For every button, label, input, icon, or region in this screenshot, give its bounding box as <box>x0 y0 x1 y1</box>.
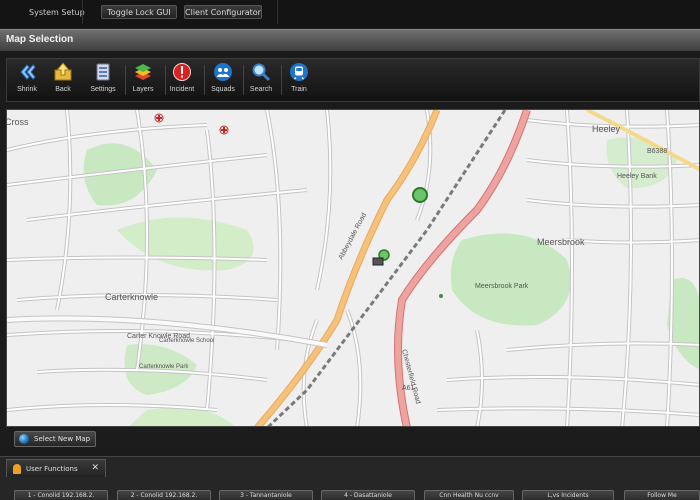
train-label: Train <box>291 86 307 93</box>
map-label-meersbrook: Meersbrook <box>537 237 585 247</box>
function-button-3[interactable]: 3 - Tannantaniole <box>219 490 313 500</box>
map-label-cross: Cross <box>7 117 29 127</box>
map-label-b6388: B6388 <box>647 148 667 155</box>
function-button-1[interactable]: 1 - Conolid 192.168.2. <box>14 490 108 500</box>
top-separator <box>82 0 83 24</box>
back-button[interactable]: Back <box>45 62 81 100</box>
settings-label: Settings <box>90 86 116 93</box>
user-functions-label: User Functions <box>26 464 78 473</box>
map-label-a61: A61 <box>402 385 415 392</box>
unit-marker-icon[interactable] <box>412 187 428 203</box>
map-label-heeley: Heeley <box>592 124 621 134</box>
map-label-meersbrook-park: Meersbrook Park <box>475 283 529 290</box>
select-new-map-label: Select New Map <box>34 435 91 443</box>
function-button-7[interactable]: Follow Me <box>624 490 700 500</box>
toggle-lock-gui-button[interactable]: Toggle Lock GUI <box>101 5 177 19</box>
map-label-heeley-bank: Heeley Bank <box>617 173 657 180</box>
squads-icon <box>214 63 232 81</box>
shrink-label: Shrink <box>17 86 37 93</box>
squads-label: Squads <box>211 86 235 93</box>
function-button-4[interactable]: 4 - Dasattaniole <box>321 490 415 500</box>
map-footer <box>0 428 700 454</box>
train-icon <box>290 63 308 81</box>
settings-icon <box>96 63 110 81</box>
shrink-button[interactable]: Shrink <box>9 62 45 100</box>
back-label: Back <box>55 86 71 93</box>
function-button-6[interactable]: L,vs Incidents <box>522 490 614 500</box>
map-label-carterknowle: Carterknowle <box>105 292 158 302</box>
search-icon <box>252 63 271 82</box>
layers-icon <box>135 64 151 80</box>
search-button[interactable]: Search <box>243 62 279 100</box>
page-title: Map Selection <box>6 34 74 45</box>
layers-label: Layers <box>132 86 154 93</box>
client-configurator-button[interactable]: Client Configurator <box>184 5 262 19</box>
globe-icon <box>19 434 29 444</box>
train-button[interactable]: Train <box>281 62 317 100</box>
search-label: Search <box>249 86 273 93</box>
map-toolbar: Shrink Back Settings Layers Incident Squ… <box>6 58 700 102</box>
train-marker-icon[interactable] <box>372 257 384 266</box>
chevron-left-icon <box>20 64 36 80</box>
squads-button[interactable]: Squads <box>205 62 241 100</box>
system-setup-button[interactable]: System Setup <box>29 5 85 19</box>
function-button-2[interactable]: 2 - Conolid 192.168.2. <box>117 490 211 500</box>
app-window: System Setup Toggle Lock GUI Client Conf… <box>0 0 700 500</box>
bell-icon <box>13 463 21 474</box>
top-menu-strip: System Setup Toggle Lock GUI Client Conf… <box>0 0 700 28</box>
layers-button[interactable]: Layers <box>125 62 161 100</box>
street-map[interactable]: Cross Carterknowle Meersbrook Meersbrook… <box>7 110 700 427</box>
map-selection-header: Map Selection <box>0 29 700 51</box>
alert-icon <box>173 63 191 81</box>
map-label-knowle-park: Carterknowle Park <box>139 364 189 370</box>
incident-button[interactable]: Incident <box>164 62 200 100</box>
select-new-map-button[interactable]: Select New Map <box>14 431 96 447</box>
folder-up-icon <box>54 62 72 81</box>
user-functions-tab[interactable]: User Functions ✕ <box>6 459 106 477</box>
top-separator <box>277 0 278 24</box>
map-view[interactable]: Cross Carterknowle Meersbrook Meersbrook… <box>6 109 700 427</box>
incident-label: Incident <box>169 86 195 93</box>
map-label-school: Carterknowle School <box>159 338 214 344</box>
close-icon[interactable]: ✕ <box>91 463 99 473</box>
location-dot-icon <box>439 294 443 298</box>
function-button-5[interactable]: Cnn Health Nu ccnv <box>424 490 514 500</box>
settings-button[interactable]: Settings <box>85 62 121 100</box>
